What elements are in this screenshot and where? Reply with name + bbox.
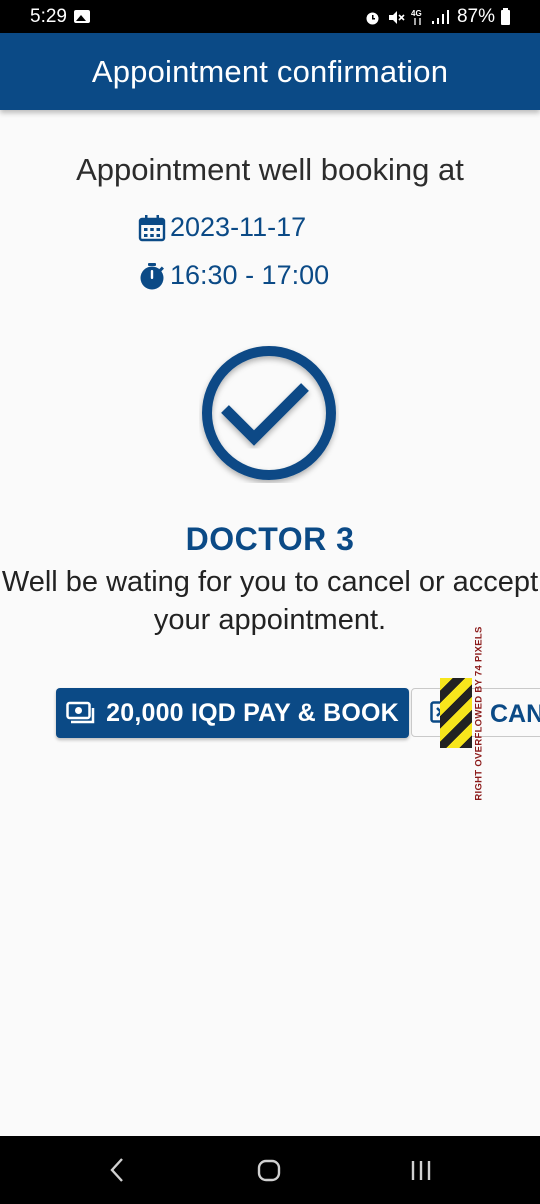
stopwatch-icon: [140, 262, 164, 289]
status-bar: 5:29 4G 87%: [0, 0, 540, 33]
doctor-name: DOCTOR 3: [185, 521, 355, 557]
home-icon[interactable]: [256, 1156, 282, 1184]
cancel-label: CANC: [490, 700, 540, 728]
appointment-date: 2023-11-17: [170, 212, 307, 242]
money-icon: [66, 701, 95, 724]
check-circle-icon: [202, 346, 336, 480]
appointment-time: 16:30 - 17:00: [170, 260, 330, 290]
pay-and-book-button[interactable]: 20,000 IQD PAY & BOOK: [56, 688, 409, 738]
status-time: 5:29: [30, 6, 67, 27]
recents-icon[interactable]: [408, 1156, 434, 1184]
app-bar: Appointment confirmation: [0, 33, 540, 110]
battery-icon: [501, 7, 510, 25]
calendar-icon: [138, 214, 166, 241]
battery-percent: 87%: [456, 6, 495, 27]
appointment-date-row: 2023-11-17: [138, 212, 306, 243]
booking-heading: Appointment well booking at: [76, 152, 464, 187]
navigation-bar: [0, 1136, 540, 1204]
overflow-warning-label: RIGHT OVERFLOWED BY 74 PIXELS: [470, 625, 488, 801]
status-icons: 4G 87%: [364, 6, 510, 28]
info-message: Well be wating for you to cancel or acce…: [1, 566, 539, 636]
gallery-icon: [74, 10, 90, 23]
back-icon[interactable]: [108, 1156, 128, 1184]
alarm-icon: [366, 12, 379, 24]
signal-icon: [431, 10, 449, 24]
overflow-warning-text: RIGHT OVERFLOWED BY 74 PIXELS: [473, 625, 485, 801]
pay-and-book-label: 20,000 IQD PAY & BOOK: [106, 698, 399, 727]
page-title: Appointment confirmation: [91, 53, 449, 89]
network-4g-icon: 4G: [411, 9, 422, 25]
appointment-time-row: 16:30 - 17:00: [138, 260, 329, 291]
mute-icon: [388, 10, 405, 24]
svg-text:4G: 4G: [411, 9, 422, 18]
overflow-warning-stripes: [440, 678, 472, 748]
